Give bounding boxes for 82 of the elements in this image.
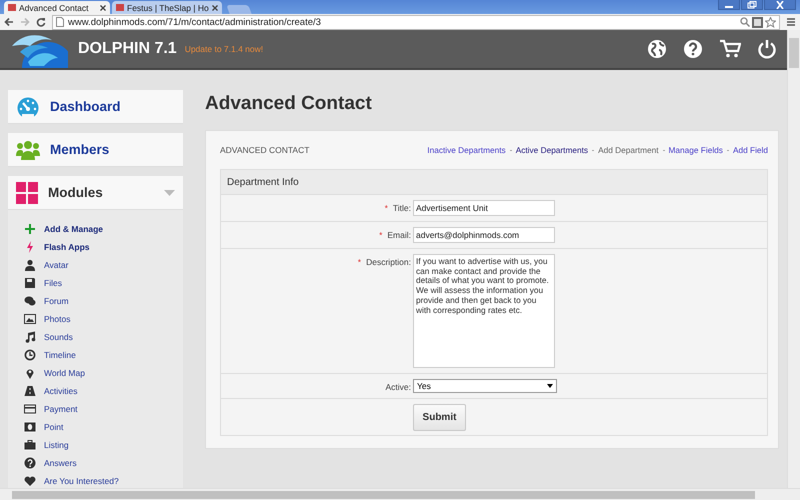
module-menu-item[interactable]: Payment bbox=[24, 400, 183, 418]
required-mark: * bbox=[358, 257, 362, 267]
browser-tab[interactable]: Advanced Contact bbox=[4, 1, 110, 14]
close-button[interactable] bbox=[764, 0, 796, 10]
module-menu-item[interactable]: Listing bbox=[24, 436, 183, 454]
submit-button[interactable]: Submit bbox=[413, 404, 466, 431]
section-header: Department Info bbox=[221, 170, 767, 195]
restore-icon bbox=[747, 0, 757, 8]
back-icon[interactable] bbox=[4, 17, 14, 27]
lightning-icon bbox=[24, 241, 36, 253]
card-title: ADVANCED CONTACT bbox=[220, 145, 310, 155]
field-label: Email: bbox=[387, 230, 411, 240]
restore-button[interactable] bbox=[741, 0, 763, 10]
star-icon[interactable] bbox=[765, 16, 776, 28]
nav-link[interactable]: Add Field bbox=[732, 145, 768, 155]
brand-name: DOLPHIN 7.1 bbox=[78, 40, 177, 58]
module-menu-item[interactable]: Point bbox=[24, 418, 183, 436]
input-field[interactable]: adverts@dolphinmods.com bbox=[413, 227, 555, 243]
close-icon bbox=[775, 0, 785, 8]
menu-icon[interactable] bbox=[786, 17, 796, 27]
speech-bubbles-icon bbox=[24, 295, 36, 307]
vertical-scrollbar[interactable] bbox=[787, 30, 800, 488]
address-field[interactable]: www.dolphinmods.com/71/m/contact/administration/create/3 bbox=[52, 14, 780, 30]
module-menu-item[interactable]: Add & Manage bbox=[24, 220, 183, 238]
question-icon bbox=[24, 457, 36, 469]
module-menu-item[interactable]: Answers bbox=[24, 454, 183, 472]
heart-icon bbox=[24, 475, 36, 487]
page-icon bbox=[8, 4, 16, 11]
person-icon bbox=[24, 259, 36, 271]
cart-icon[interactable] bbox=[719, 39, 741, 59]
module-menu-item[interactable]: World Map bbox=[24, 364, 183, 382]
module-menu-item[interactable]: Flash Apps bbox=[24, 238, 183, 256]
horizontal-scrollbar[interactable] bbox=[0, 488, 800, 500]
module-menu-item[interactable]: Forum bbox=[24, 292, 183, 310]
current-page-label: Add Department bbox=[598, 145, 659, 155]
field-label: Active: bbox=[385, 382, 411, 392]
module-menu-item[interactable]: Timeline bbox=[24, 346, 183, 364]
field-label: Description: bbox=[366, 257, 411, 267]
page-title: Advanced Contact bbox=[205, 93, 373, 115]
extension-icon[interactable] bbox=[752, 16, 763, 28]
close-icon[interactable] bbox=[100, 4, 106, 10]
module-menu-item[interactable]: Activities bbox=[24, 382, 183, 400]
module-menu-item[interactable]: Are You Interested? bbox=[24, 472, 183, 490]
close-icon[interactable] bbox=[212, 4, 218, 10]
sidebar-section-header[interactable]: Members bbox=[8, 133, 183, 167]
reload-icon[interactable] bbox=[36, 17, 46, 27]
caret-icon bbox=[547, 384, 553, 388]
map-pin-icon bbox=[24, 367, 36, 379]
briefcase-icon bbox=[24, 439, 36, 451]
browser-tab[interactable]: Festus | TheSlap | Ho bbox=[112, 1, 222, 14]
module-menu-item[interactable]: Avatar bbox=[24, 256, 183, 274]
speedometer-icon bbox=[16, 96, 40, 118]
nav-link[interactable]: Active Departments bbox=[516, 145, 588, 155]
input-field[interactable]: Advertisement Unit bbox=[413, 200, 555, 216]
page-icon bbox=[56, 17, 64, 27]
credit-card-icon bbox=[24, 403, 36, 415]
page-icon bbox=[116, 4, 124, 11]
plus-icon bbox=[24, 223, 36, 235]
help-icon[interactable] bbox=[683, 39, 703, 59]
nav-link[interactable]: Inactive Departments bbox=[427, 145, 506, 155]
field-label: Title: bbox=[392, 203, 411, 213]
sidebar-section-header[interactable]: Dashboard bbox=[8, 90, 183, 124]
module-menu-item[interactable]: Photos bbox=[24, 310, 183, 328]
required-mark: * bbox=[379, 230, 382, 240]
module-menu-item[interactable]: Files bbox=[24, 274, 183, 292]
image-icon bbox=[24, 313, 36, 325]
nav-link[interactable]: Manage Fields bbox=[668, 145, 723, 155]
description-field[interactable]: If you want to advertise with us, you can make contact and provide the details of what you want to promote. We will assess the information you provide and then get back to you with corresponding rates etc. bbox=[413, 254, 555, 368]
music-note-icon bbox=[24, 331, 36, 343]
required-mark: * bbox=[384, 203, 388, 213]
minimize-button[interactable] bbox=[718, 0, 740, 10]
grid-icon bbox=[16, 182, 38, 204]
road-icon bbox=[24, 385, 36, 397]
globe-icon[interactable] bbox=[647, 39, 667, 59]
money-icon bbox=[24, 421, 36, 433]
power-icon[interactable] bbox=[757, 39, 777, 59]
zoom-icon[interactable] bbox=[740, 17, 750, 27]
clock-icon bbox=[24, 349, 36, 361]
sidebar-section-header[interactable]: Modules bbox=[8, 176, 183, 210]
module-menu-item[interactable]: Sounds bbox=[24, 328, 183, 346]
people-icon bbox=[16, 140, 40, 160]
dropdown[interactable]: Yes bbox=[413, 379, 557, 393]
